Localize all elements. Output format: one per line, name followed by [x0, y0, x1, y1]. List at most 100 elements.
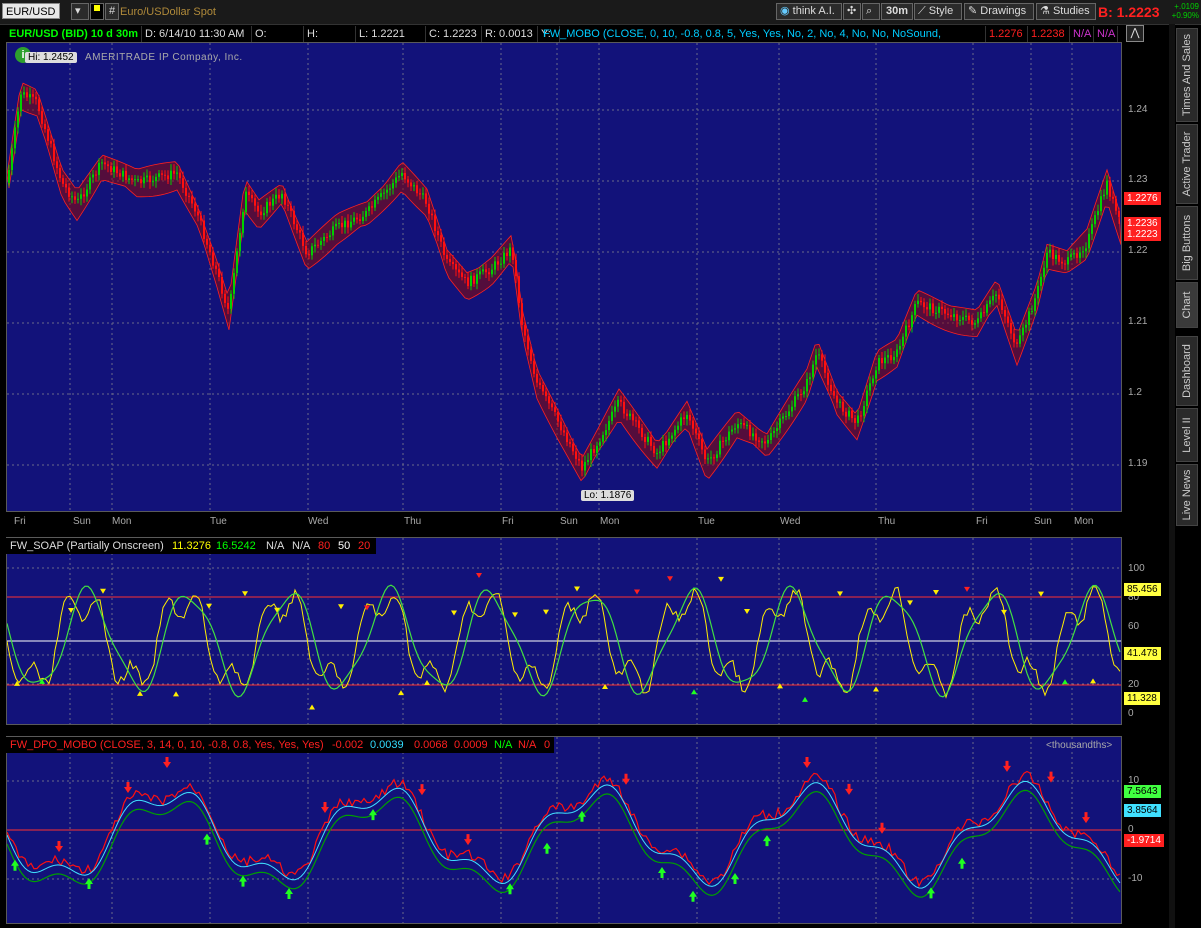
candle-body: [761, 441, 763, 443]
link-icon[interactable]: ▾: [71, 3, 89, 20]
price-tick: 1.21: [1128, 316, 1148, 327]
candle-body: [881, 358, 883, 364]
candle-body: [245, 191, 247, 213]
tab-big-buttons[interactable]: Big Buttons: [1176, 206, 1198, 280]
candle-body: [524, 325, 526, 336]
price-scale[interactable]: 1.24 1.23 1.22 1.21 1.2 1.19: [1122, 42, 1168, 512]
timeframe-button[interactable]: 30m: [881, 3, 913, 20]
candle-body: [800, 394, 802, 396]
candle-body: [821, 354, 823, 361]
candle-body: [149, 175, 151, 183]
close-readout: C: 1.2223: [426, 26, 482, 42]
signal-arrow: [124, 781, 132, 793]
tab-live-news[interactable]: Live News: [1176, 464, 1198, 526]
candle-body: [416, 185, 418, 194]
top-toolbar: EUR/USD ▾ # Euro/USDollar Spot ◉ think A…: [0, 0, 1201, 25]
mobo-band: [7, 82, 1121, 482]
chart-settings-icon[interactable]: ⋀: [1126, 25, 1144, 42]
candle-body: [788, 411, 790, 417]
candle-body: [359, 219, 361, 221]
candle-body: [767, 439, 769, 444]
study-label[interactable]: FW_MOBO (CLOSE, 0, 10, -0.8, 0.8, 5, Yes…: [540, 26, 986, 56]
studies-label: Studies: [1052, 5, 1090, 17]
tab-times-and-sales[interactable]: Times And Sales: [1176, 28, 1198, 122]
candle-body: [446, 254, 448, 259]
candle-body: [467, 277, 469, 287]
tab-dashboard[interactable]: Dashboard: [1176, 336, 1198, 406]
candle-body: [383, 192, 385, 194]
candle-body: [197, 211, 199, 216]
candle-body: [344, 220, 346, 228]
signal-arrow: [927, 887, 935, 899]
candle-body: [287, 204, 289, 206]
low-readout: L: 1.2221: [356, 26, 426, 42]
dpo-value-2: 0.0039: [370, 739, 404, 751]
candle-body: [1088, 233, 1090, 249]
candle-body: [710, 457, 712, 459]
candle-body: [1028, 311, 1030, 325]
candle-body: [170, 170, 172, 180]
candle-body: [422, 193, 424, 195]
drawings-button[interactable]: ✎ Drawings: [964, 3, 1034, 20]
candle-body: [65, 183, 67, 188]
signal-arrow: [11, 859, 19, 871]
color-link-icon[interactable]: [90, 3, 104, 20]
candle-body: [401, 172, 403, 177]
candle-body: [365, 210, 367, 217]
candle-body: [1091, 224, 1093, 234]
candle-body: [59, 168, 61, 179]
candle-body: [914, 304, 916, 316]
tab-active-trader[interactable]: Active Trader: [1176, 124, 1198, 204]
instrument-label[interactable]: EUR/USD (BID) 10 d 30m: [6, 26, 142, 42]
candle-body: [536, 373, 538, 383]
grid-icon[interactable]: #: [105, 3, 119, 20]
soap-canvas[interactable]: [7, 538, 1121, 724]
candle-body: [1016, 342, 1018, 344]
candle-body: [746, 424, 748, 426]
price-chart-panel[interactable]: i Hi: 1.2452 AMERITRADE IP Company, Inc.…: [6, 42, 1122, 512]
think-ai-button[interactable]: ◉ think A.I.: [776, 3, 842, 20]
symbol-input[interactable]: EUR/USD: [2, 3, 60, 19]
candle-body: [743, 423, 745, 426]
candle-body: [167, 175, 169, 180]
candle-body: [1031, 311, 1033, 313]
studies-button[interactable]: ⚗ Studies: [1036, 3, 1096, 20]
signal-arrow: [1001, 609, 1007, 615]
soap-panel[interactable]: [6, 537, 1122, 725]
soap-tag-2: 41.478: [1124, 647, 1161, 660]
candle-body: [605, 430, 607, 436]
dpo-title[interactable]: FW_DPO_MOBO (CLOSE, 3, 14, 0, 10, -0.8, …: [10, 739, 324, 751]
tab-chart[interactable]: Chart: [1176, 282, 1198, 328]
side-splitter[interactable]: [1169, 24, 1175, 928]
candle-body: [1100, 196, 1102, 212]
candle-body: [1022, 327, 1024, 336]
candle-body: [1109, 180, 1111, 197]
candle-body: [503, 252, 505, 264]
signal-arrow: [476, 573, 482, 579]
candle-body: [572, 443, 574, 452]
tab-label: Dashboard: [1181, 344, 1193, 398]
candle-body: [92, 174, 94, 178]
time-axis-label: Fri: [976, 516, 988, 527]
crosshair-icon[interactable]: ✣: [843, 3, 861, 20]
dpo-scale[interactable]: 10 0 -10: [1122, 736, 1168, 924]
candle-body: [104, 162, 106, 165]
chart-info-bar: EUR/USD (BID) 10 d 30m D: 6/14/10 11:30 …: [6, 26, 1122, 56]
candle-body: [734, 428, 736, 430]
signal-arrow: [731, 872, 739, 884]
candle-body: [833, 391, 835, 396]
zoom-icon[interactable]: ⌕: [862, 3, 880, 20]
dpo-panel[interactable]: [6, 736, 1122, 924]
soap-title[interactable]: FW_SOAP (Partially Onscreen): [10, 540, 164, 552]
dpo-canvas[interactable]: [7, 737, 1121, 923]
signal-arrow: [1090, 678, 1096, 684]
candle-body: [293, 210, 295, 225]
candle-body: [257, 205, 259, 212]
pencil-icon: ✎: [968, 5, 978, 17]
candle-body: [200, 215, 202, 221]
tab-level-ii[interactable]: Level II: [1176, 408, 1198, 462]
candle-body: [869, 383, 871, 391]
candle-body: [719, 440, 721, 455]
price-chart-canvas[interactable]: [7, 43, 1121, 511]
style-button[interactable]: ⟋ Style: [914, 3, 962, 20]
